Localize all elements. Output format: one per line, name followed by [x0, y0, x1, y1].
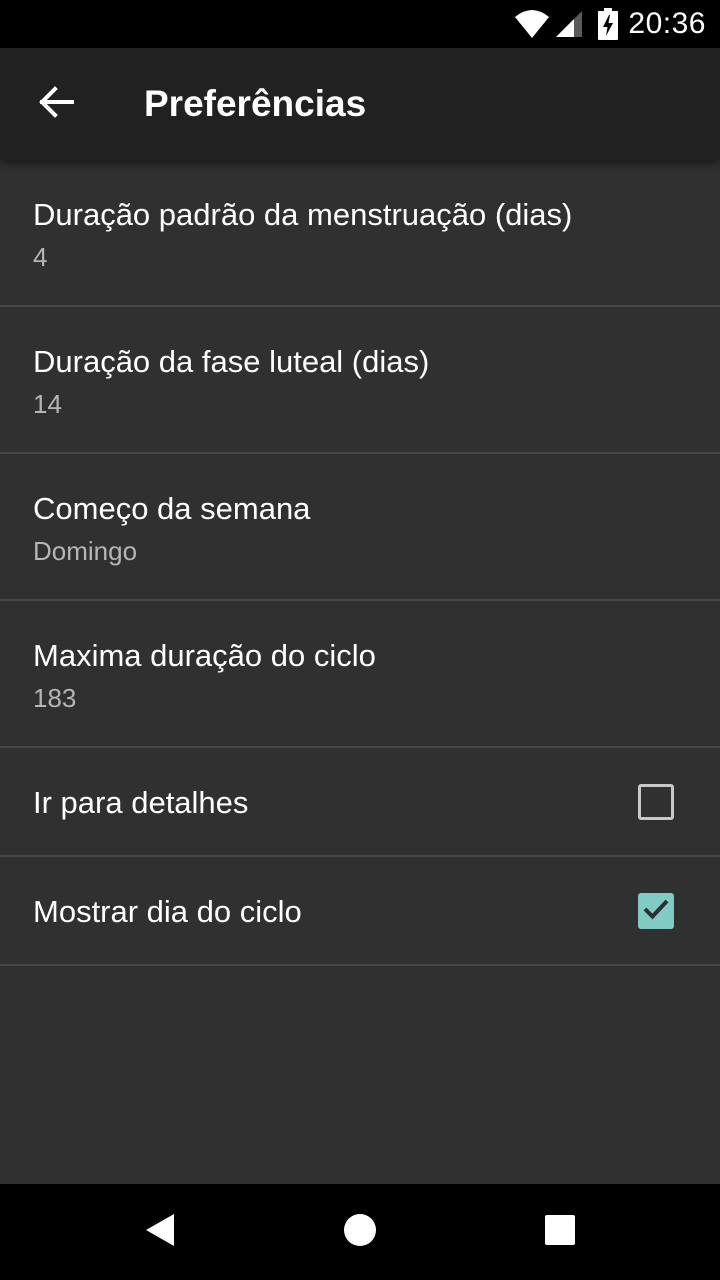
checkmark-icon — [642, 897, 670, 925]
pref-title: Maxima duração do ciclo — [33, 638, 376, 673]
go-to-details-checkbox[interactable] — [638, 784, 674, 820]
pref-summary: 14 — [33, 389, 62, 419]
arrow-left-icon — [38, 86, 74, 122]
page-title: Preferências — [144, 83, 367, 124]
pref-go-to-details[interactable]: Ir para detalhes — [0, 748, 720, 857]
battery-charging-icon — [598, 8, 619, 40]
pref-max-cycle-duration[interactable]: Maxima duração do ciclo 183 — [0, 601, 720, 748]
recents-square-icon — [544, 1214, 576, 1250]
pref-title: Duração padrão da menstruação (dias) — [33, 197, 573, 232]
pref-summary: 4 — [33, 242, 48, 272]
back-button[interactable] — [24, 76, 88, 132]
nav-home-button[interactable] — [300, 1184, 420, 1280]
show-cycle-day-checkbox[interactable] — [638, 893, 674, 929]
cell-signal-icon — [554, 9, 584, 39]
status-icons: 20:36 — [514, 0, 706, 48]
pref-summary: Domingo — [33, 536, 138, 566]
pref-luteal-phase-duration[interactable]: Duração da fase luteal (dias) 14 — [0, 307, 720, 454]
wifi-icon — [514, 9, 550, 39]
home-circle-icon — [343, 1213, 377, 1251]
pref-title: Mostrar dia do ciclo — [33, 894, 302, 929]
pref-summary: 183 — [33, 683, 77, 713]
pref-title: Ir para detalhes — [33, 785, 249, 820]
nav-bar — [0, 1184, 720, 1280]
pref-week-start[interactable]: Começo da semana Domingo — [0, 454, 720, 601]
pref-title: Duração da fase luteal (dias) — [33, 344, 430, 379]
back-triangle-icon — [144, 1213, 176, 1251]
status-bar: 20:36 — [0, 0, 720, 48]
pref-menstruation-duration[interactable]: Duração padrão da menstruação (dias) 4 — [0, 160, 720, 307]
pref-show-cycle-day[interactable]: Mostrar dia do ciclo — [0, 857, 720, 966]
app-bar: Preferências — [0, 48, 720, 160]
preferences-list: Duração padrão da menstruação (dias) 4 D… — [0, 160, 720, 1184]
pref-title: Começo da semana — [33, 491, 311, 526]
nav-back-button[interactable] — [100, 1184, 220, 1280]
status-time: 20:36 — [628, 7, 706, 40]
nav-recents-button[interactable] — [500, 1184, 620, 1280]
